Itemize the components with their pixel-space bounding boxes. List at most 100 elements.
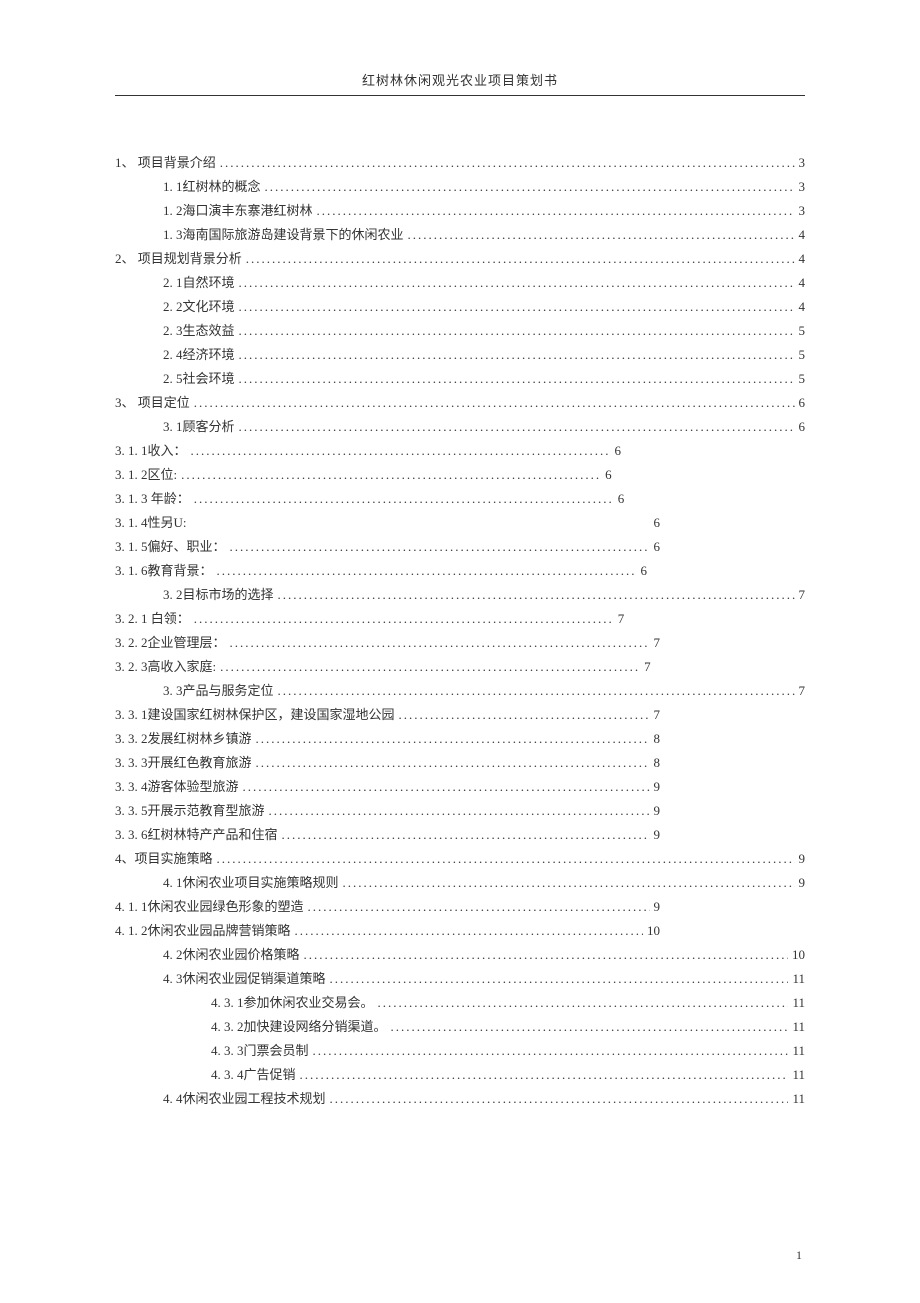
toc-label: 2、 项目规划背景分析 <box>115 252 242 265</box>
toc-page-number: 6 <box>641 564 648 577</box>
toc-leader-dots <box>220 660 640 673</box>
toc-page-number: 10 <box>792 948 805 961</box>
toc-leader-dots <box>408 228 795 241</box>
toc-leader-dots <box>239 348 795 361</box>
toc-entry: 4. 1. 1休闲农业园绿色形象的塑造 9 <box>115 900 805 913</box>
toc-page-number: 3 <box>799 156 806 169</box>
toc-label: 3. 1. 5偏好、职业： <box>115 540 226 553</box>
toc-leader-dots <box>391 1020 789 1033</box>
table-of-contents: 1、 项目背景介绍31. 1红树林的概念31. 2海口演丰东寨港红树林 31. … <box>115 156 805 1105</box>
toc-page-number: 8 <box>654 756 661 769</box>
toc-leader-dots <box>239 300 795 313</box>
toc-page-number: 11 <box>792 1092 805 1105</box>
toc-leader-dots <box>239 276 795 289</box>
toc-entry: 4. 3. 1参加休闲农业交易会。11 <box>115 996 805 1009</box>
toc-entry: 3. 1. 6教育背景： 6 <box>115 564 805 577</box>
toc-label: 3. 2. 2企业管理层： <box>115 636 226 649</box>
toc-leader-dots <box>220 156 795 169</box>
toc-leader-dots <box>230 540 650 553</box>
toc-label: 1. 3海南国际旅游岛建设背景下的休闲农业 <box>163 228 404 241</box>
toc-entry: 1、 项目背景介绍3 <box>115 156 805 169</box>
toc-page-number: 9 <box>654 828 661 841</box>
toc-label: 4. 1. 2休闲农业园品牌营销策略 <box>115 924 291 937</box>
toc-label: 2. 4经济环境 <box>163 348 235 361</box>
toc-entry: 3. 1顾客分析 6 <box>115 420 805 433</box>
toc-label: 4. 3. 4广告促销 <box>211 1068 296 1081</box>
toc-page-number: 4 <box>799 300 806 313</box>
toc-entry: 3. 3. 5开展示范教育型旅游 9 <box>115 804 805 817</box>
toc-label: 4. 3. 3门票会员制 <box>211 1044 309 1057</box>
toc-leader-dots <box>295 924 643 937</box>
toc-entry: 4. 2休闲农业园价格策略 10 <box>115 948 805 961</box>
toc-leader-dots <box>181 468 601 481</box>
toc-leader-dots <box>239 324 795 337</box>
toc-page-number: 7 <box>654 636 661 649</box>
toc-leader-dots <box>265 180 795 193</box>
toc-page-number: 9 <box>654 804 661 817</box>
toc-page-number: 8 <box>654 732 661 745</box>
toc-leader-dots <box>194 612 614 625</box>
toc-entry: 3. 3. 3开展红色教育旅游 8 <box>115 756 805 769</box>
toc-entry: 4、项目实施策略 9 <box>115 852 805 865</box>
toc-page-number: 5 <box>799 348 806 361</box>
toc-page-number: 5 <box>799 372 806 385</box>
toc-leader-dots <box>278 588 795 601</box>
toc-page-number: 6 <box>654 540 661 553</box>
toc-entry: 3. 2. 2企业管理层： 7 <box>115 636 805 649</box>
toc-page-number: 4 <box>799 276 806 289</box>
page-number: 1 <box>796 1248 802 1263</box>
toc-leader-dots <box>330 972 789 985</box>
toc-page-number: 6 <box>605 468 612 481</box>
toc-leader-dots <box>239 372 795 385</box>
toc-entry: 4. 1. 2休闲农业园品牌营销策略 10 <box>115 924 805 937</box>
toc-entry: 4. 3. 4广告促销11 <box>115 1068 805 1081</box>
toc-leader-dots <box>217 564 637 577</box>
toc-leader-dots <box>304 948 788 961</box>
toc-label: 3. 3. 4游客体验型旅游 <box>115 780 239 793</box>
toc-label: 4. 1. 1休闲农业园绿色形象的塑造 <box>115 900 304 913</box>
toc-label: 3. 2. 1 白领： <box>115 612 190 625</box>
toc-page-number: 6 <box>799 420 806 433</box>
toc-label: 4. 3休闲农业园促销渠道策略 <box>163 972 326 985</box>
toc-page-number: 11 <box>792 1044 805 1057</box>
toc-label: 2. 3生态效益 <box>163 324 235 337</box>
toc-label: 4. 1休闲农业项目实施策略规则 <box>163 876 339 889</box>
toc-page-number: 11 <box>792 1020 805 1033</box>
toc-leader-dots <box>269 804 650 817</box>
toc-entry: 3. 2. 3高收入家庭: 7 <box>115 660 805 673</box>
toc-page-number: 5 <box>799 324 806 337</box>
toc-leader-dots <box>308 900 650 913</box>
toc-leader-dots <box>317 204 795 217</box>
toc-label: 3. 3. 5开展示范教育型旅游 <box>115 804 265 817</box>
toc-leader-dots <box>256 732 650 745</box>
toc-entry: 1. 3海南国际旅游岛建设背景下的休闲农业 4 <box>115 228 805 241</box>
toc-page-number: 6 <box>654 516 661 529</box>
toc-page-number: 6 <box>618 492 625 505</box>
toc-page-number: 3 <box>799 204 806 217</box>
toc-entry: 2、 项目规划背景分析 4 <box>115 252 805 265</box>
toc-page-number: 9 <box>654 900 661 913</box>
toc-entry: 2. 4经济环境 5 <box>115 348 805 361</box>
toc-page-number: 9 <box>799 852 806 865</box>
toc-leader-dots <box>330 1092 789 1105</box>
toc-entry: 3. 2. 1 白领：7 <box>115 612 805 625</box>
toc-leader-dots <box>239 420 795 433</box>
toc-page-number: 7 <box>799 684 806 697</box>
toc-entry: 4. 3休闲农业园促销渠道策略 11 <box>115 972 805 985</box>
toc-label: 1. 1红树林的概念 <box>163 180 261 193</box>
page-header: 红树林休闲观光农业项目策划书 <box>115 70 805 96</box>
toc-page-number: 6 <box>799 396 806 409</box>
toc-entry: 4. 1休闲农业项目实施策略规则 9 <box>115 876 805 889</box>
toc-label: 4. 3. 1参加休闲农业交易会。 <box>211 996 374 1009</box>
toc-leader-dots <box>246 252 795 265</box>
toc-label: 3. 1. 1收入： <box>115 444 187 457</box>
toc-leader-dots <box>243 780 650 793</box>
toc-leader-dots <box>343 876 795 889</box>
toc-label: 3. 1. 4性另U: <box>115 516 187 529</box>
toc-label: 4. 4休闲农业园工程技术规划 <box>163 1092 326 1105</box>
toc-leader-dots <box>256 756 650 769</box>
toc-page-number: 4 <box>799 228 806 241</box>
toc-entry: 4. 3. 2加快建设网络分销渠道。11 <box>115 1020 805 1033</box>
toc-page-number: 4 <box>799 252 806 265</box>
toc-label: 3. 3. 1建设国家红树林保护区，建设国家湿地公园 <box>115 708 395 721</box>
